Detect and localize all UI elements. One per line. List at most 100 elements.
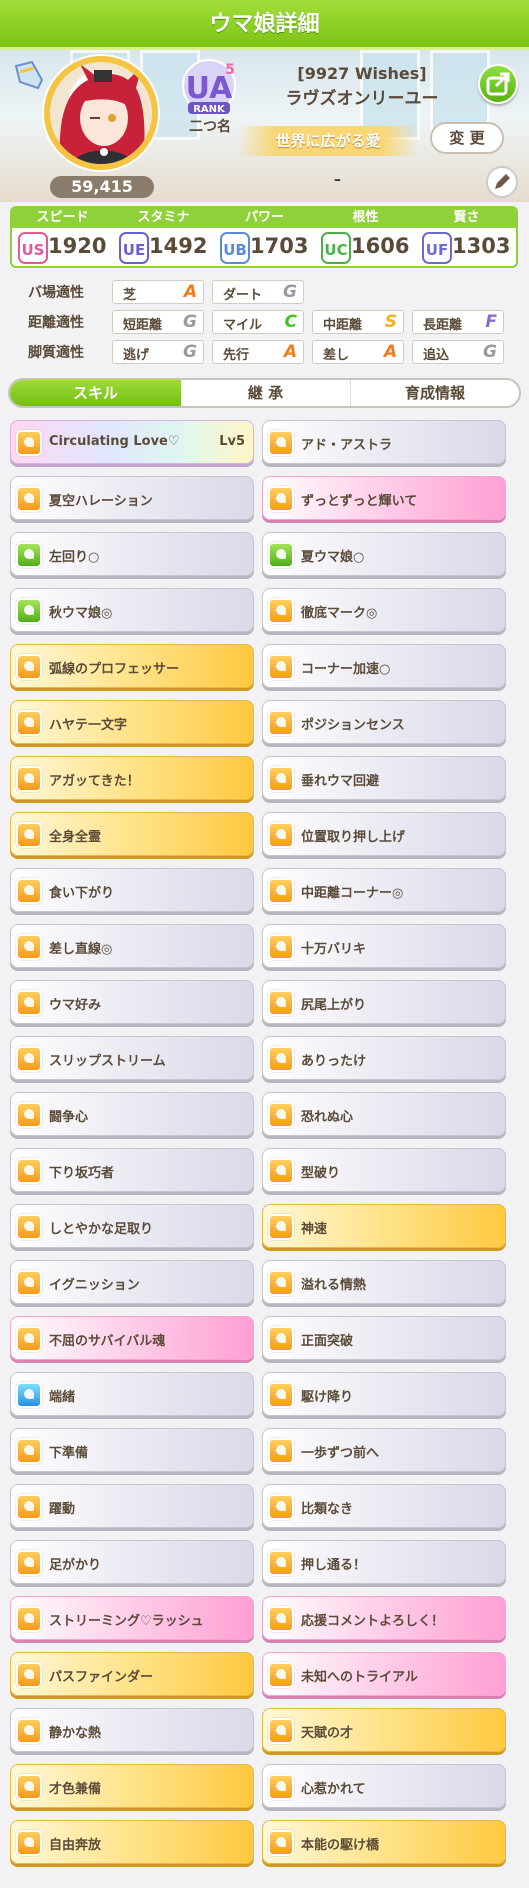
skill-icon	[268, 878, 294, 904]
skill-card[interactable]: 不屈のサバイバル魂	[10, 1316, 254, 1360]
skill-card[interactable]: 下り坂巧者	[10, 1148, 254, 1192]
stat-guts: 根性 UC 1606	[315, 208, 416, 266]
skill-name: スリップストリーム	[49, 1054, 166, 1069]
skill-card[interactable]: イグニッション	[10, 1260, 254, 1304]
skill-name: 端緒	[49, 1390, 76, 1405]
tab-bar: スキル 継 承 育成情報	[8, 378, 521, 408]
skill-card[interactable]: 心惹かれて	[262, 1764, 506, 1808]
skill-card[interactable]: 躍動	[10, 1484, 254, 1528]
skill-icon	[268, 822, 294, 848]
share-button[interactable]	[478, 64, 518, 104]
skill-card[interactable]: 闘争心	[10, 1092, 254, 1136]
character-title: [9927 Wishes]	[297, 64, 427, 83]
avatar[interactable]	[44, 56, 158, 170]
grade-badge-icon: UC	[321, 232, 351, 264]
skill-card[interactable]: 弧線のプロフェッサー	[10, 644, 254, 688]
skill-card[interactable]: 恐れぬ心	[262, 1092, 506, 1136]
skill-card[interactable]: Circulating Love♡ Lv5	[10, 420, 254, 464]
skill-card[interactable]: 押し通る！	[262, 1540, 506, 1584]
stat-value: 1492	[149, 234, 208, 258]
skill-card[interactable]: 尻尾上がり	[262, 980, 506, 1024]
aptitude-late-surger: 差し A	[312, 340, 404, 364]
aptitude-mile: マイル C	[212, 310, 304, 334]
skill-card[interactable]: ポジションセンス	[262, 700, 506, 744]
skill-name: 一歩ずつ前へ	[301, 1446, 380, 1461]
skill-icon	[268, 1494, 294, 1520]
skill-icon	[16, 990, 42, 1016]
skill-card[interactable]: 未知へのトライアル	[262, 1652, 506, 1696]
skill-card[interactable]: 垂れウマ回避	[262, 756, 506, 800]
skill-card[interactable]: 自由奔放	[10, 1820, 254, 1864]
skill-card[interactable]: 食い下がり	[10, 868, 254, 912]
skill-card[interactable]: 比類なき	[262, 1484, 506, 1528]
skill-card[interactable]: 駆け降り	[262, 1372, 506, 1416]
skill-card[interactable]: ハヤテ一文字	[10, 700, 254, 744]
skill-card[interactable]: アド・アストラ	[262, 420, 506, 464]
stat-label: 賢さ	[416, 208, 516, 228]
skill-card[interactable]: ありったけ	[262, 1036, 506, 1080]
share-icon	[486, 72, 510, 96]
skill-card[interactable]: アガッてきた！	[10, 756, 254, 800]
skill-card[interactable]: 中距離コーナー◎	[262, 868, 506, 912]
skill-card[interactable]: コーナー加速○	[262, 644, 506, 688]
skill-icon	[16, 1046, 42, 1072]
change-epithet-button[interactable]: 変 更	[430, 122, 504, 154]
skill-card[interactable]: 才色兼備	[10, 1764, 254, 1808]
skill-card[interactable]: 天賦の才	[262, 1708, 506, 1752]
skill-card[interactable]: 正面突破	[262, 1316, 506, 1360]
skill-card[interactable]: ずっとずっと輝いて	[262, 476, 506, 520]
svg-text:US: US	[22, 241, 45, 259]
skill-card[interactable]: 端緒	[10, 1372, 254, 1416]
svg-text:UE: UE	[123, 241, 145, 259]
svg-text:5: 5	[225, 62, 235, 78]
skill-card[interactable]: パスファインダー	[10, 1652, 254, 1696]
aptitude-name: 芝	[123, 288, 137, 303]
skill-name: しとやかな足取り	[49, 1222, 154, 1237]
skill-name: ずっとずっと輝いて	[301, 494, 418, 509]
stat-label: パワー	[214, 208, 315, 228]
skill-card[interactable]: 全身全霊	[10, 812, 254, 856]
edit-button[interactable]	[486, 166, 518, 198]
skill-card[interactable]: 十万バリキ	[262, 924, 506, 968]
skill-icon	[16, 1382, 42, 1408]
skill-card[interactable]: 型破り	[262, 1148, 506, 1192]
aptitude-short: 短距離 G	[112, 310, 204, 334]
aptitude-grade: A	[283, 342, 297, 362]
skill-icon	[268, 1326, 294, 1352]
skill-card[interactable]: 徹底マーク◎	[262, 588, 506, 632]
skill-name: 不屈のサバイバル魂	[49, 1334, 166, 1349]
skill-card[interactable]: 一歩ずつ前へ	[262, 1428, 506, 1472]
tab-inheritance[interactable]: 継 承	[181, 380, 351, 406]
skill-card[interactable]: ウマ好み	[10, 980, 254, 1024]
skill-card[interactable]: 夏ウマ娘○	[262, 532, 506, 576]
skill-icon	[268, 934, 294, 960]
skill-card[interactable]: 下準備	[10, 1428, 254, 1472]
skill-card[interactable]: 溢れる情熱	[262, 1260, 506, 1304]
skill-card[interactable]: 位置取り押し上げ	[262, 812, 506, 856]
stat-label: スタミナ	[113, 208, 214, 228]
aptitude-style-row: 脚質適性 逃げ G 先行 A 差し A 追込 G	[10, 340, 520, 366]
skill-name: ストリーミング♡ラッシュ	[49, 1614, 204, 1629]
svg-text:UB: UB	[223, 241, 247, 259]
skill-card[interactable]: スリップストリーム	[10, 1036, 254, 1080]
stat-label: スピード	[12, 208, 113, 228]
skill-card[interactable]: 足がかり	[10, 1540, 254, 1584]
tab-training-info[interactable]: 育成情報	[351, 380, 519, 406]
skill-name: 全身全霊	[49, 830, 102, 845]
skill-card[interactable]: 差し直線◎	[10, 924, 254, 968]
skill-card[interactable]: 神速	[262, 1204, 506, 1248]
tab-skills[interactable]: スキル	[10, 380, 181, 406]
aptitude-name: 短距離	[123, 318, 163, 333]
shoe-icon	[14, 60, 44, 90]
skill-icon	[16, 1606, 42, 1632]
skill-card[interactable]: 静かな熱	[10, 1708, 254, 1752]
skill-card[interactable]: ストリーミング♡ラッシュ	[10, 1596, 254, 1640]
skill-card[interactable]: 応援コメントよろしく！	[262, 1596, 506, 1640]
skill-card[interactable]: 秋ウマ娘◎	[10, 588, 254, 632]
skill-card[interactable]: 左回り○	[10, 532, 254, 576]
skill-icon	[268, 1438, 294, 1464]
skill-card[interactable]: しとやかな足取り	[10, 1204, 254, 1248]
skill-icon	[16, 1774, 42, 1800]
skill-card[interactable]: 本能の駆け橋	[262, 1820, 506, 1864]
skill-card[interactable]: 夏空ハレーション	[10, 476, 254, 520]
